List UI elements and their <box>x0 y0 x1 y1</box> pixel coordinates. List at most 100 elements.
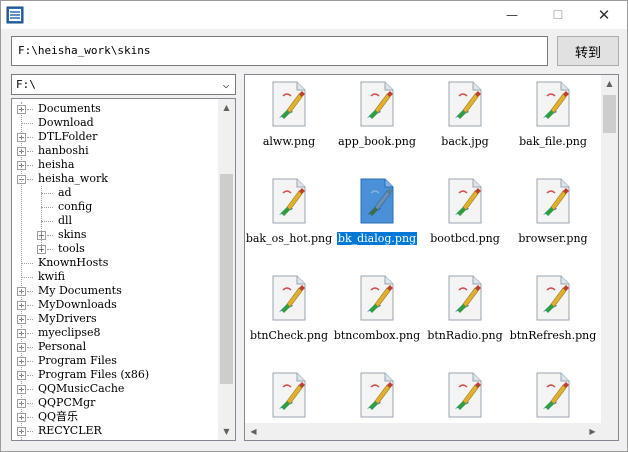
file-item[interactable]: btnRefresh.png <box>509 269 597 359</box>
tree-item[interactable]: + skins <box>12 228 217 242</box>
tree-item-label: skins <box>58 228 87 241</box>
scroll-left-icon[interactable]: ◀ <box>245 423 262 440</box>
file-name: browser.png <box>509 232 597 245</box>
file-name: bak_os_hot.png <box>245 232 333 245</box>
file-item[interactable]: back.jpg <box>421 75 509 165</box>
scroll-up-icon[interactable]: ▲ <box>218 99 235 116</box>
chevron-down-icon: ⌵ <box>222 78 230 91</box>
tree-item[interactable]: + Program Files (x86) <box>12 368 217 382</box>
tree-item-label: QQMusicCache <box>38 382 125 395</box>
tree-item-label: MyDrivers <box>38 312 97 325</box>
file-item[interactable]: bak_file.png <box>509 75 597 165</box>
drive-select[interactable]: F:\ ⌵ <box>11 74 236 95</box>
path-input[interactable]: F:\heisha_work\skins <box>11 36 548 66</box>
file-name: bootbcd.png <box>421 232 509 245</box>
folder-tree[interactable]: + Documents Download + DTLFolder + hanboshi + he… <box>11 98 236 441</box>
file-name: btnRadio.png <box>421 329 509 342</box>
scroll-down-icon[interactable]: ▼ <box>218 423 235 440</box>
tree-vertical-scrollbar[interactable]: ▲ ▼ <box>218 99 235 440</box>
tree-item[interactable]: + DTLFolder <box>12 130 217 144</box>
close-icon: ✕ <box>597 6 611 24</box>
scroll-right-icon[interactable]: ▶ <box>584 423 601 440</box>
files-horizontal-scrollbar[interactable]: ◀ ▶ <box>245 423 601 440</box>
tree-item[interactable]: Download <box>12 116 217 130</box>
tree-item[interactable]: − heisha_work <box>12 172 217 186</box>
tree-item[interactable]: ad <box>12 186 217 200</box>
file-name: btnCheck.png <box>245 329 333 342</box>
file-item[interactable]: app_book.png <box>333 75 421 165</box>
title-bar[interactable]: — ☐ ✕ <box>1 1 627 29</box>
tree-item[interactable]: + Program Files <box>12 354 217 368</box>
file-item[interactable]: btnCheck.png <box>245 269 333 359</box>
tree-item[interactable]: + heisha <box>12 158 217 172</box>
file-grid[interactable]: alww.png app_book.png back.jpg bak_file.png… <box>244 74 619 441</box>
image-file-icon <box>448 178 482 224</box>
tree-item[interactable]: + hanboshi <box>12 144 217 158</box>
file-name-text: back.jpg <box>441 135 489 148</box>
tree-scrollbar-thumb[interactable] <box>220 174 233 384</box>
tree-item-label: Program Files (x86) <box>38 368 150 381</box>
file-browser-window: — ☐ ✕ F:\heisha_work\skins 转到 F:\ ⌵ + Doc… <box>0 0 628 452</box>
tree-item-label: heisha <box>38 158 75 171</box>
drive-select-value: F:\ <box>16 78 36 91</box>
tree-item[interactable]: KnownHosts <box>12 256 217 270</box>
tree-item[interactable]: + Documents <box>12 102 217 116</box>
tree-item-label: config <box>58 200 93 213</box>
file-item[interactable]: bak_os_hot.png <box>245 172 333 262</box>
tree-item[interactable]: + MyDownloads <box>12 298 217 312</box>
go-button[interactable]: 转到 <box>557 36 619 66</box>
minimize-button[interactable]: — <box>489 1 535 29</box>
file-item[interactable]: btncombox.png <box>333 269 421 359</box>
image-file-icon <box>536 81 570 127</box>
tree-item[interactable]: + Personal <box>12 340 217 354</box>
tree-item[interactable]: config <box>12 200 217 214</box>
file-name: alww.png <box>245 135 333 148</box>
tree-item[interactable]: + My Documents <box>12 284 217 298</box>
tree-item-label: myeclipse8 <box>38 326 101 339</box>
file-name-text: btncombox.png <box>333 329 421 342</box>
tree-item-label: RECYCLER <box>38 424 102 437</box>
file-item[interactable]: bk_dialog.png <box>333 172 421 262</box>
file-name: btncombox.png <box>333 329 421 342</box>
image-file-icon <box>536 275 570 321</box>
file-item[interactable]: browser.png <box>509 172 597 262</box>
image-file-icon <box>536 372 570 418</box>
files-vertical-scrollbar[interactable]: ▲ <box>601 75 618 423</box>
tree-item-label: DTLFolder <box>38 130 98 143</box>
tree-item[interactable]: + tools <box>12 242 217 256</box>
tree-item-label: QQPCMgr <box>38 396 96 409</box>
file-name: bak_file.png <box>509 135 597 148</box>
maximize-button[interactable]: ☐ <box>535 1 581 29</box>
image-file-icon <box>360 81 394 127</box>
file-name-text: btnRefresh.png <box>509 329 597 342</box>
files-scrollbar-thumb[interactable] <box>603 95 616 133</box>
tree-item[interactable]: + QQMusicCache <box>12 382 217 396</box>
tree-item[interactable]: + QQ音乐 <box>12 410 217 424</box>
image-file-icon <box>360 178 394 224</box>
tree-item-label: heisha_work <box>38 172 108 185</box>
tree-item[interactable]: + MyDrivers <box>12 312 217 326</box>
file-name-text: btnCheck.png <box>249 329 329 342</box>
tree-item-label: Documents <box>38 102 101 115</box>
tree-item-label: hanboshi <box>38 144 89 157</box>
file-name-text: bak_os_hot.png <box>245 232 333 245</box>
file-name-text: bootbcd.png <box>430 232 500 245</box>
image-file-icon <box>272 372 306 418</box>
file-item[interactable]: bootbcd.png <box>421 172 509 262</box>
tree-item[interactable]: kwifi <box>12 270 217 284</box>
tree-item[interactable]: dll <box>12 214 217 228</box>
scroll-up-icon[interactable]: ▲ <box>601 75 618 92</box>
tree-item[interactable]: + RECYCLER <box>12 424 217 438</box>
image-file-icon <box>536 178 570 224</box>
scrollbar-corner <box>601 423 618 440</box>
file-item[interactable]: btnRadio.png <box>421 269 509 359</box>
tree-item[interactable]: + QQPCMgr <box>12 396 217 410</box>
image-file-icon <box>448 372 482 418</box>
tree-item-label: My Documents <box>38 284 122 297</box>
file-name: bk_dialog.png <box>333 232 421 245</box>
file-item[interactable]: alww.png <box>245 75 333 165</box>
tree-item-label: Personal <box>38 340 87 353</box>
file-name-text: bk_dialog.png <box>336 232 418 245</box>
close-button[interactable]: ✕ <box>581 1 627 29</box>
tree-item[interactable]: + myeclipse8 <box>12 326 217 340</box>
